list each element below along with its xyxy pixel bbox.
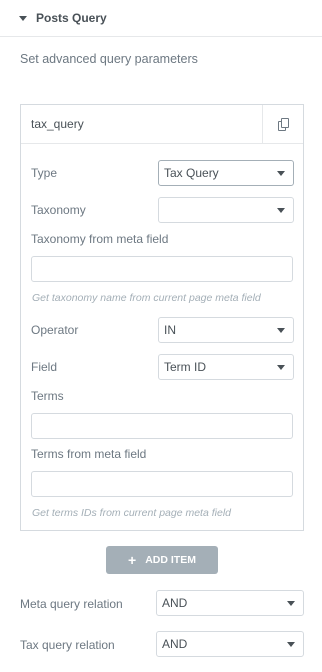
section-title: Posts Query	[36, 11, 107, 25]
copy-icon	[277, 117, 289, 131]
chevron-down-icon	[277, 171, 285, 176]
tax-query-relation-value: AND	[162, 637, 188, 651]
chevron-down-icon	[277, 208, 285, 213]
operator-select[interactable]: IN	[158, 317, 294, 343]
taxonomy-meta-input[interactable]	[31, 256, 293, 282]
field-select-value: Term ID	[164, 360, 206, 374]
meta-query-relation-label: Meta query relation	[20, 597, 123, 611]
type-select-value: Tax Query	[164, 166, 219, 180]
taxonomy-meta-label: Taxonomy from meta field	[31, 232, 169, 246]
section-description: Set advanced query parameters	[20, 52, 198, 66]
repeater-item-title: tax_query	[31, 117, 84, 131]
terms-meta-input[interactable]	[31, 471, 293, 497]
section-header-posts-query[interactable]: Posts Query	[0, 0, 322, 37]
caret-down-icon	[19, 15, 27, 21]
repeater-item: tax_query Type Tax Query Taxonomy Taxono…	[20, 104, 304, 531]
taxonomy-label: Taxonomy	[31, 203, 86, 217]
repeater-item-header[interactable]: tax_query	[21, 105, 303, 144]
add-item-button[interactable]: + ADD ITEM	[106, 546, 218, 574]
terms-meta-label: Terms from meta field	[31, 447, 147, 461]
chevron-down-icon	[277, 328, 285, 333]
operator-label: Operator	[31, 323, 79, 337]
add-item-label: ADD ITEM	[145, 554, 196, 566]
taxonomy-select[interactable]	[158, 197, 294, 223]
meta-query-relation-value: AND	[162, 596, 188, 610]
meta-query-relation-select[interactable]: AND	[156, 590, 304, 616]
terms-label: Terms	[31, 389, 64, 403]
type-label: Type	[31, 166, 58, 180]
tax-query-relation-label: Tax query relation	[20, 638, 115, 652]
chevron-down-icon	[287, 642, 295, 647]
operator-select-value: IN	[164, 323, 176, 337]
duplicate-button[interactable]	[262, 105, 303, 143]
tax-query-relation-select[interactable]: AND	[156, 631, 304, 657]
chevron-down-icon	[287, 601, 295, 606]
field-label: Field	[31, 360, 58, 374]
terms-input[interactable]	[31, 413, 293, 439]
terms-meta-hint: Get terms IDs from current page meta fie…	[32, 507, 231, 519]
field-select[interactable]: Term ID	[158, 354, 294, 380]
chevron-down-icon	[277, 365, 285, 370]
taxonomy-meta-hint: Get taxonomy name from current page meta…	[32, 292, 261, 304]
plus-icon: +	[128, 552, 137, 568]
type-select[interactable]: Tax Query	[158, 160, 294, 186]
